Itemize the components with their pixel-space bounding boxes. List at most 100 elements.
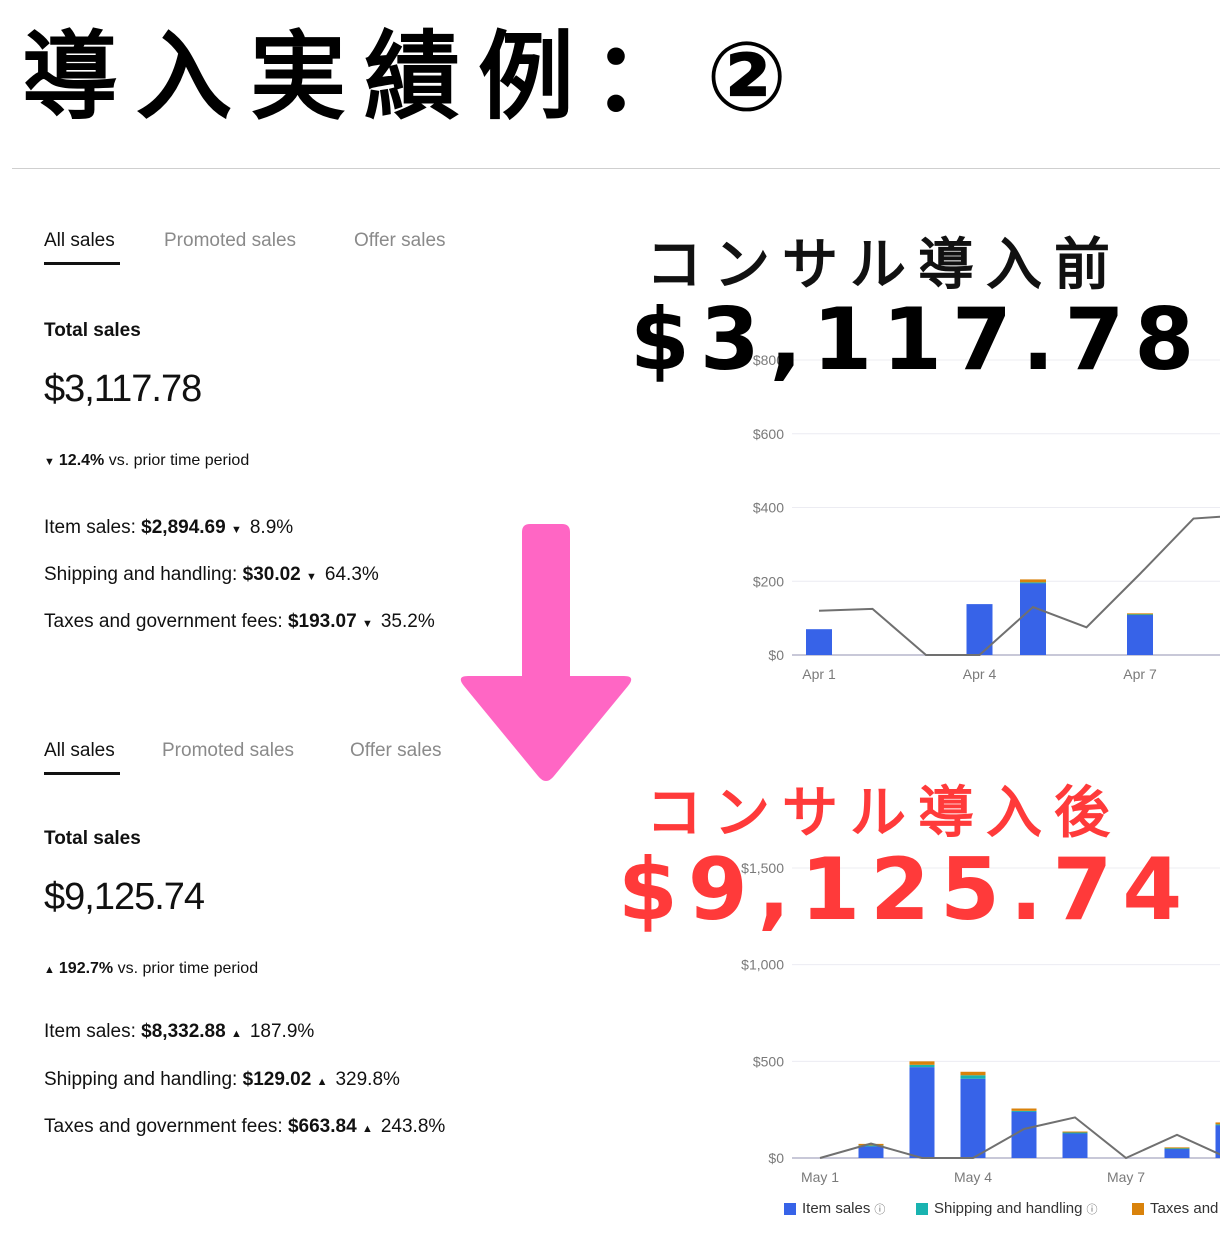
legend-label: Shipping and handling	[934, 1200, 1083, 1217]
legend-label: Item sales	[802, 1200, 871, 1217]
bar-shipping-and-handling	[1062, 1132, 1088, 1134]
after-callout-value: $9,125.74	[618, 840, 1193, 940]
breakdown-label: Taxes and government fees:	[44, 1116, 283, 1137]
info-icon[interactable]: ⓘ	[1086, 1201, 1097, 1217]
tab-all-sales[interactable]: All sales	[44, 230, 115, 252]
legend-taxes: Taxes and	[1132, 1200, 1218, 1217]
before-callout-value: $3,117.78	[630, 290, 1205, 390]
caret-up-icon: ▲	[230, 1028, 242, 1040]
breakdown-pct: 35.2%	[380, 611, 435, 632]
bar-taxes-and-government-fees	[1011, 1108, 1037, 1111]
caret-down-icon: ▼	[306, 571, 317, 583]
total-sales-label: Total sales	[44, 828, 141, 849]
bar-item-sales	[1127, 614, 1153, 655]
trend-line	[818, 515, 1220, 656]
breakdown-amount: $2,894.69	[141, 517, 226, 538]
bar-shipping-and-handling	[1215, 1124, 1220, 1126]
bar-shipping-and-handling	[909, 1064, 935, 1068]
legend-label: Taxes and	[1150, 1200, 1219, 1217]
y-tick-label: $0	[768, 647, 784, 663]
sales-panel-after: All sales Promoted sales Offer sales Tot…	[44, 740, 524, 1160]
breakdown-label: Item sales:	[44, 1021, 136, 1042]
y-tick-label: $1,000	[741, 957, 784, 973]
bar-item-sales	[858, 1146, 884, 1158]
bar-taxes-and-government-fees	[1127, 613, 1153, 615]
bar-item-sales	[1062, 1132, 1088, 1158]
breakdown-pct: 64.3%	[324, 564, 379, 585]
breakdown-taxes: Taxes and government fees: $193.07 ▼ 35.2…	[44, 611, 435, 633]
bar-item-sales	[1164, 1148, 1190, 1158]
breakdown-shipping: Shipping and handling: $30.02 ▼ 64.3%	[44, 564, 379, 586]
bar-taxes-and-government-fees	[1062, 1131, 1088, 1133]
bar-item-sales	[909, 1067, 935, 1158]
after-callout-label: コンサル導入後	[646, 781, 1122, 846]
y-tick-label: $0	[768, 1150, 784, 1166]
breakdown-taxes: Taxes and government fees: $663.84 ▲ 243.…	[44, 1116, 445, 1138]
heading-divider	[12, 168, 1220, 169]
bar-taxes-and-government-fees	[909, 1061, 935, 1065]
breakdown-amount: $129.02	[242, 1069, 312, 1090]
legend-swatch-taxes	[1132, 1202, 1144, 1215]
before-callout-label: コンサル導入前	[646, 233, 1122, 298]
caret-up-icon: ▲	[316, 1076, 328, 1088]
breakdown-shipping: Shipping and handling: $129.02 ▲ 329.8%	[44, 1069, 400, 1091]
y-tick-label: $200	[753, 573, 784, 589]
bar-shipping-and-handling	[1020, 582, 1046, 584]
breakdown-label: Shipping and handling:	[44, 1069, 238, 1090]
bar-item-sales	[1020, 583, 1046, 655]
sales-tabs-after: All sales Promoted sales Offer sales	[44, 740, 524, 775]
bar-taxes-and-government-fees	[1164, 1147, 1190, 1149]
breakdown-label: Shipping and handling:	[44, 564, 238, 585]
caret-down-icon: ▼	[230, 524, 242, 536]
breakdown-pct: 243.8%	[380, 1116, 446, 1137]
period-change-pct: 192.7%	[58, 960, 114, 977]
tab-offer-sales[interactable]: Offer sales	[350, 740, 442, 762]
breakdown-amount: $8,332.88	[141, 1021, 226, 1042]
y-tick-label: $500	[753, 1053, 784, 1069]
page-heading: 導入実績例：②	[22, 21, 806, 133]
x-tick-label: May 4	[954, 1169, 992, 1185]
active-tab-indicator	[44, 772, 120, 775]
total-sales-value: $9,125.74	[44, 876, 205, 918]
period-change-text: vs. prior time period	[117, 960, 259, 977]
x-tick-label: May 1	[801, 1169, 839, 1185]
caret-down-icon: ▼	[44, 456, 55, 468]
period-change-pct: 12.4%	[58, 452, 105, 469]
legend-swatch-item	[784, 1202, 796, 1215]
breakdown-item-sales: Item sales: $2,894.69 ▼ 8.9%	[44, 517, 293, 539]
breakdown-label: Item sales:	[44, 517, 136, 538]
breakdown-amount: $30.02	[242, 564, 301, 585]
legend-item-sales: Item sales ⓘ	[784, 1200, 885, 1217]
breakdown-pct: 187.9%	[249, 1021, 315, 1042]
breakdown-amount: $193.07	[287, 611, 357, 632]
bar-taxes-and-government-fees	[960, 1071, 986, 1076]
bar-shipping-and-handling	[1011, 1110, 1037, 1112]
breakdown-pct: 329.8%	[335, 1069, 400, 1090]
info-icon[interactable]: ⓘ	[874, 1201, 885, 1217]
chart-legend: Item sales ⓘ Shipping and handling ⓘ Tax…	[784, 1200, 1220, 1224]
legend-shipping: Shipping and handling ⓘ	[916, 1200, 1097, 1217]
legend-swatch-shipping	[916, 1202, 928, 1215]
breakdown-item-sales: Item sales: $8,332.88 ▲ 187.9%	[44, 1021, 314, 1043]
tab-all-sales[interactable]: All sales	[44, 740, 115, 762]
arrow-down-icon	[460, 524, 632, 781]
caret-up-icon: ▲	[44, 964, 55, 976]
breakdown-label: Taxes and government fees:	[44, 611, 283, 632]
breakdown-pct: 8.9%	[249, 517, 294, 538]
tab-offer-sales[interactable]: Offer sales	[354, 230, 446, 252]
total-sales-value: $3,117.78	[44, 368, 202, 410]
y-tick-label: $400	[753, 500, 784, 516]
bar-taxes-and-government-fees	[1020, 579, 1046, 583]
active-tab-indicator	[44, 262, 120, 265]
tab-promoted-sales[interactable]: Promoted sales	[164, 230, 296, 252]
bar-item-sales	[960, 1078, 986, 1158]
period-change: ▲ 192.7% vs. prior time period	[44, 960, 258, 978]
bar-shipping-and-handling	[960, 1075, 986, 1079]
tab-promoted-sales[interactable]: Promoted sales	[162, 740, 294, 762]
period-change: ▼ 12.4% vs. prior time period	[44, 452, 249, 470]
x-tick-label: May 7	[1107, 1169, 1145, 1185]
period-change-text: vs. prior time period	[108, 452, 250, 469]
total-sales-label: Total sales	[44, 320, 141, 341]
x-tick-label: Apr 1	[802, 666, 836, 682]
breakdown-amount: $663.84	[287, 1116, 357, 1137]
